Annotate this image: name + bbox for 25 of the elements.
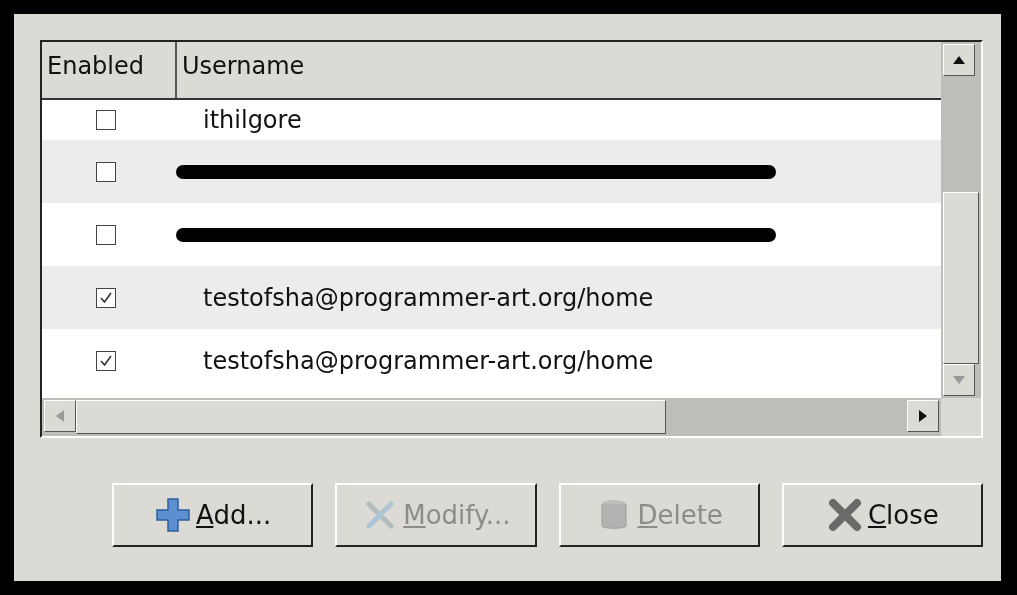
add-button[interactable]: Add... [112, 483, 314, 547]
checkbox[interactable] [96, 350, 116, 371]
down-arrow-icon [952, 375, 966, 385]
horizontal-scrollbar[interactable] [42, 398, 941, 436]
scroll-up-button[interactable] [943, 44, 975, 76]
vertical-scrollbar[interactable] [941, 42, 981, 398]
close-button[interactable]: Close [781, 483, 983, 547]
up-arrow-icon [952, 55, 966, 65]
scroll-thumb[interactable] [76, 400, 666, 434]
username-text: ithilgore [203, 106, 302, 134]
checkbox[interactable] [96, 161, 116, 182]
plus-icon [154, 496, 193, 534]
checkbox[interactable] [96, 287, 116, 308]
scroll-thumb[interactable] [943, 192, 979, 364]
username-text: testofsha@programmer-art.org/home [203, 283, 654, 312]
column-header[interactable]: Username [177, 42, 941, 98]
username-text: testofsha@programmer-art.org/home [203, 346, 654, 375]
checkbox[interactable] [96, 224, 116, 245]
left-arrow-icon [55, 409, 65, 423]
column-header[interactable]: Enabled [42, 42, 177, 98]
checkbox[interactable] [96, 110, 116, 130]
scroll-down-button[interactable] [943, 364, 975, 396]
scroll-left-button[interactable] [44, 400, 76, 432]
right-arrow-icon [918, 409, 928, 423]
scroll-right-button[interactable] [907, 400, 939, 432]
